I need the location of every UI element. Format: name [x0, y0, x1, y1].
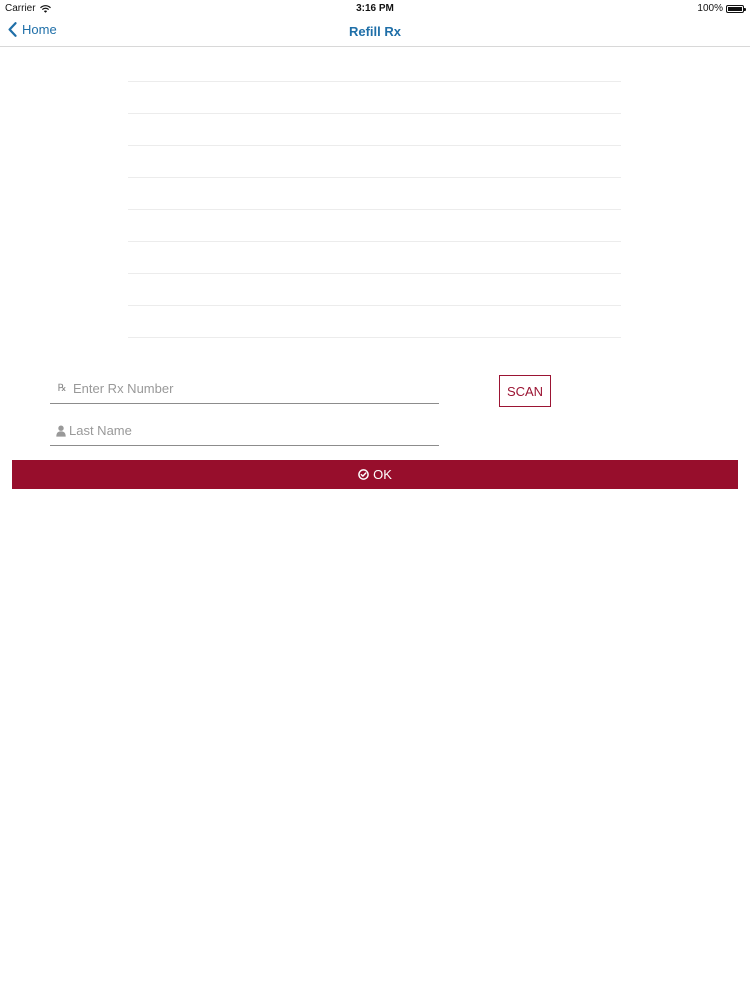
- rx-number-input[interactable]: [73, 381, 413, 396]
- list-item: [128, 82, 621, 114]
- list-item: [128, 178, 621, 210]
- scan-label: SCAN: [506, 383, 544, 399]
- user-icon: [56, 425, 66, 437]
- battery-level: [728, 6, 742, 11]
- last-name-field: [50, 416, 439, 446]
- page-title: Refill Rx: [348, 24, 401, 39]
- scan-button[interactable]: SCAN: [499, 375, 551, 407]
- screen: Carrier 3:16 PM 100% Home Refill Rx ℞ En…: [0, 0, 750, 1000]
- status-time: 3:16 PM: [356, 3, 394, 14]
- list-item: [128, 114, 621, 146]
- list-item: [128, 306, 621, 338]
- status-battery-area: 100%: [697, 3, 746, 14]
- list-item: [128, 50, 621, 82]
- last-name-input[interactable]: [69, 423, 409, 438]
- battery-percent: 100%: [697, 3, 723, 14]
- list-item: [128, 242, 621, 274]
- list-item: [128, 146, 621, 178]
- battery-icon: [726, 4, 746, 13]
- list-item: [128, 210, 621, 242]
- check-circle-icon: [358, 469, 369, 480]
- rx-icon: ℞: [57, 383, 67, 394]
- list-item: [128, 274, 621, 306]
- refill-list: [128, 50, 621, 338]
- nav-bar: Home Refill Rx: [0, 16, 750, 47]
- rx-number-field: ℞: [50, 374, 439, 404]
- status-bar: Carrier 3:16 PM 100%: [0, 0, 750, 16]
- ok-button[interactable]: OK: [12, 460, 738, 489]
- ok-label: OK: [373, 467, 392, 482]
